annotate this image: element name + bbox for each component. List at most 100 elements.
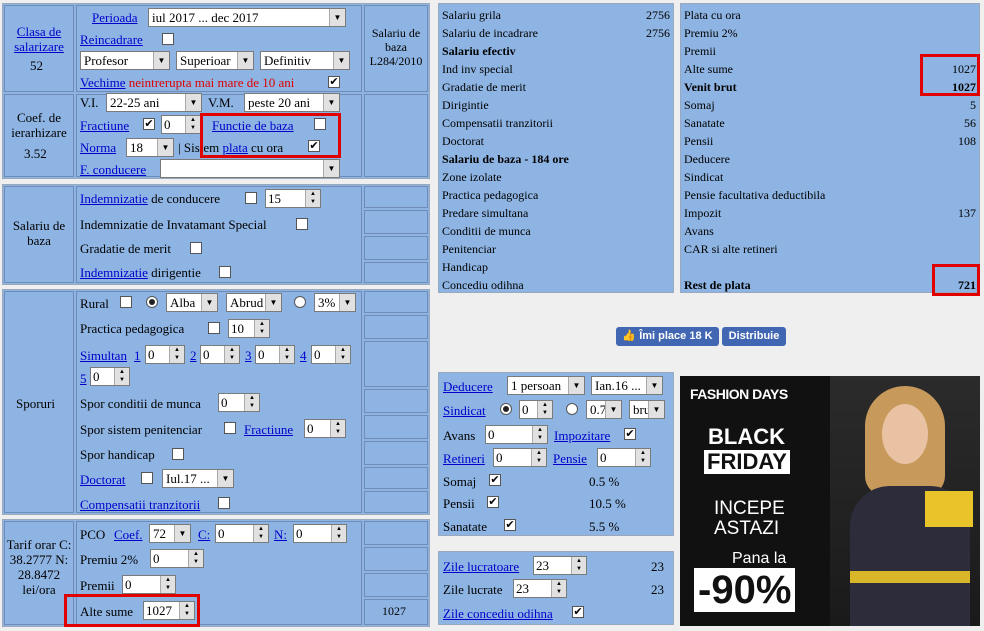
vechime-checkbox[interactable]: ✔: [328, 76, 340, 88]
sim-1-link[interactable]: 1: [134, 348, 141, 363]
sindicat-radio-1[interactable]: [500, 403, 512, 415]
sim-4-stepper[interactable]: 0 ▲ ▼: [311, 345, 351, 364]
ind-conducere-checkbox[interactable]: [245, 192, 257, 204]
compensatii-link[interactable]: Compensatii tranzitorii: [80, 497, 200, 512]
premiu2-stepper[interactable]: 0 ▲ ▼: [150, 549, 204, 568]
somaj-checkbox[interactable]: ✔: [489, 474, 501, 486]
fractiune-stepper[interactable]: 0 ▲ ▼: [161, 115, 201, 134]
deducere-link[interactable]: Deducere: [443, 379, 493, 394]
vm-select[interactable]: peste 20 ani ▼: [244, 93, 340, 112]
fashion-days-ad[interactable]: FASHION DAYS BLACK FRIDAY INCEPE ASTAZI …: [680, 376, 980, 626]
pensie-stepper[interactable]: 0 ▲ ▼: [597, 448, 651, 467]
zile-lucratoare-stepper[interactable]: 23 ▲ ▼: [533, 556, 587, 575]
coef-select[interactable]: 72 ▼: [149, 524, 191, 543]
grad-select[interactable]: Definitiv ▼: [260, 51, 350, 70]
spor-sistem-checkbox[interactable]: [224, 422, 236, 434]
sim-5-link[interactable]: 5: [80, 371, 87, 386]
compensatii-checkbox[interactable]: [218, 497, 230, 509]
sim-4-link[interactable]: 4: [300, 348, 307, 363]
stepper-arrows-icon[interactable]: ▲ ▼: [635, 449, 650, 466]
stepper-arrows-icon[interactable]: ▲ ▼: [160, 576, 175, 593]
stepper-arrows-icon[interactable]: ▲ ▼: [335, 346, 350, 363]
norma-select[interactable]: 18 ▼: [126, 138, 174, 157]
fconducere-link[interactable]: F. conducere: [80, 162, 146, 177]
fconducere-select[interactable]: ▼: [160, 159, 340, 178]
impozitare-checkbox[interactable]: ✔: [624, 428, 636, 440]
n-link[interactable]: N:: [274, 527, 287, 542]
rural-checkbox[interactable]: [120, 296, 132, 308]
fb-like-button[interactable]: 👍 Îmi place 18 K: [616, 327, 719, 346]
stepper-arrows-icon[interactable]: ▲ ▼: [279, 346, 294, 363]
retineri-stepper[interactable]: 0 ▲ ▼: [493, 448, 547, 467]
ind-special-checkbox[interactable]: [296, 218, 308, 230]
spor-handicap-checkbox[interactable]: [172, 448, 184, 460]
practica-checkbox[interactable]: [208, 322, 220, 334]
stepper-arrows-icon[interactable]: ▲ ▼: [305, 190, 320, 207]
doctorat-checkbox[interactable]: [141, 472, 153, 484]
n-stepper[interactable]: 0 ▲ ▼: [293, 524, 347, 543]
sim-1-stepper[interactable]: 0 ▲ ▼: [145, 345, 185, 364]
norma-link[interactable]: Norma: [80, 140, 116, 155]
ind-conducere-link[interactable]: Indemnizatie: [80, 191, 148, 206]
perioada-select[interactable]: iul 2017 ... dec 2017 ▼: [148, 8, 346, 27]
deducere-month-select[interactable]: Ian.16 ... ▼: [591, 376, 663, 395]
avans-stepper[interactable]: 0 ▲ ▼: [485, 425, 548, 444]
stepper-arrows-icon[interactable]: ▲ ▼: [537, 401, 552, 418]
simultan-link[interactable]: Simultan: [80, 348, 127, 363]
sindicat-link[interactable]: Sindicat: [443, 403, 486, 418]
stepper-arrows-icon[interactable]: ▲ ▼: [254, 320, 269, 337]
fractiune-link[interactable]: Fractiune: [80, 118, 129, 133]
sindicat-radio-2[interactable]: [566, 403, 578, 415]
sanatate-checkbox[interactable]: ✔: [504, 519, 516, 531]
rural-radio-pct[interactable]: [294, 296, 306, 308]
sim-2-link[interactable]: 2: [190, 348, 197, 363]
premii-stepper[interactable]: 0 ▲ ▼: [122, 575, 176, 594]
zile-concediu-link[interactable]: Zile concediu odihna: [443, 606, 553, 621]
sim-2-stepper[interactable]: 0 ▲ ▼: [200, 345, 240, 364]
impozitare-link[interactable]: Impozitare: [554, 428, 610, 443]
doctorat-link[interactable]: Doctorat: [80, 472, 125, 487]
vechime-link[interactable]: Vechime: [80, 75, 125, 90]
stepper-arrows-icon[interactable]: ▲ ▼: [531, 449, 546, 466]
deducere-select[interactable]: 1 persoan ▼: [507, 376, 585, 395]
studii-select[interactable]: Superioar ▼: [176, 51, 254, 70]
stepper-arrows-icon[interactable]: ▲ ▼: [253, 525, 268, 542]
doctorat-select[interactable]: Iul.17 ... ▼: [162, 469, 234, 488]
spor-conditii-stepper[interactable]: 0 ▲ ▼: [218, 393, 260, 412]
stepper-arrows-icon[interactable]: ▲ ▼: [330, 420, 345, 437]
rural-radio-judet[interactable]: [146, 296, 158, 308]
coef-link[interactable]: Coef.: [114, 527, 143, 542]
stepper-arrows-icon[interactable]: ▲ ▼: [185, 116, 200, 133]
retineri-link[interactable]: Retineri: [443, 451, 485, 466]
fb-share-button[interactable]: Distribuie: [722, 327, 786, 346]
spor-fractiune-link[interactable]: Fractiune: [244, 422, 293, 437]
sindicat-stepper[interactable]: 0 ▲ ▼: [519, 400, 553, 419]
sim-3-link[interactable]: 3: [245, 348, 252, 363]
zile-concediu-checkbox[interactable]: ✔: [572, 606, 584, 618]
stepper-arrows-icon[interactable]: ▲ ▼: [532, 426, 547, 443]
reincadrare-link[interactable]: Reincadrare: [80, 32, 143, 47]
pensii-checkbox[interactable]: ✔: [487, 496, 499, 508]
sindicat-pct-select[interactable]: 0.7 ▼: [586, 400, 622, 419]
stepper-arrows-icon[interactable]: ▲ ▼: [244, 394, 259, 411]
pensie-link[interactable]: Pensie: [553, 451, 587, 466]
vi-select[interactable]: 22-25 ani ▼: [106, 93, 202, 112]
sim-3-stepper[interactable]: 0 ▲ ▼: [255, 345, 295, 364]
functie-select[interactable]: Profesor ▼: [80, 51, 170, 70]
fractiune-checkbox[interactable]: ✔: [143, 118, 155, 130]
ind-dirig-link[interactable]: Indemnizatie: [80, 265, 148, 280]
stepper-arrows-icon[interactable]: ▲ ▼: [114, 368, 129, 385]
zile-lucratoare-link[interactable]: Zile lucratoare: [443, 559, 519, 574]
perioada-link[interactable]: Perioada: [92, 10, 137, 25]
localitate-select[interactable]: Abrud ▼: [226, 293, 282, 312]
clasa-link[interactable]: Clasa de salarizare: [8, 24, 70, 54]
zile-lucrate-stepper[interactable]: 23 ▲ ▼: [513, 579, 567, 598]
stepper-arrows-icon[interactable]: ▲ ▼: [169, 346, 184, 363]
stepper-arrows-icon[interactable]: ▲ ▼: [551, 580, 566, 597]
judet-select[interactable]: Alba ▼: [166, 293, 218, 312]
c-stepper[interactable]: 0 ▲ ▼: [215, 524, 269, 543]
pct-select[interactable]: 3% ▼: [314, 293, 356, 312]
c-link[interactable]: C:: [198, 527, 210, 542]
ind-dirig-checkbox[interactable]: [219, 266, 231, 278]
sim-5-stepper[interactable]: 0 ▲ ▼: [90, 367, 130, 386]
